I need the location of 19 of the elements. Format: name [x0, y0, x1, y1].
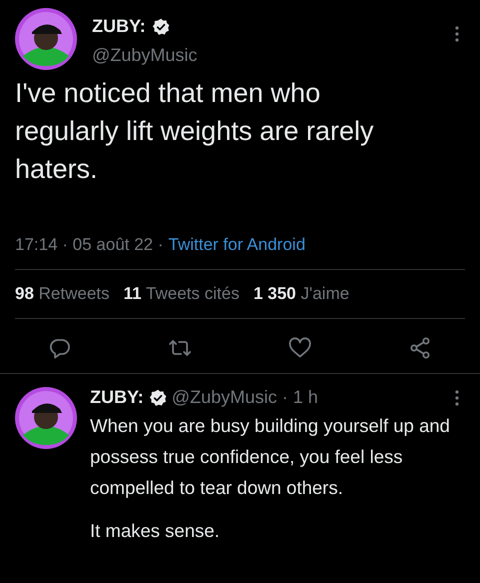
more-options-icon[interactable] — [455, 390, 459, 406]
stat-link[interactable]: 1 350 J'aime — [253, 284, 350, 304]
reply-icon[interactable] — [48, 336, 72, 360]
heart-icon[interactable] — [288, 336, 312, 360]
stat-link[interactable]: 11 Tweets cités — [124, 284, 240, 304]
stat-link[interactable]: 98 Retweets — [15, 284, 110, 304]
more-options-icon[interactable] — [455, 26, 459, 42]
tweet-text: I've noticed that men who regularly lift weights are rarely haters. — [15, 77, 375, 186]
author-handle: @ZubyMusic — [92, 45, 198, 66]
avatar[interactable] — [15, 8, 77, 70]
avatar[interactable] — [15, 387, 77, 449]
share-icon[interactable] — [408, 336, 432, 360]
author-name: ZUBY: — [90, 387, 144, 408]
reply-text: It makes sense. — [90, 519, 221, 543]
author-name: ZUBY: — [92, 16, 146, 37]
tweet-timestamp: 17:14 · 05 août 22 · — [15, 235, 164, 255]
source-link[interactable]: Twitter for Android — [168, 235, 306, 255]
author-handle: @ZubyMusic · 1 h — [172, 387, 319, 408]
reply-text: When you are busy building yourself up and possess true confidence, you feel less compelled to tear down others. — [90, 414, 451, 500]
